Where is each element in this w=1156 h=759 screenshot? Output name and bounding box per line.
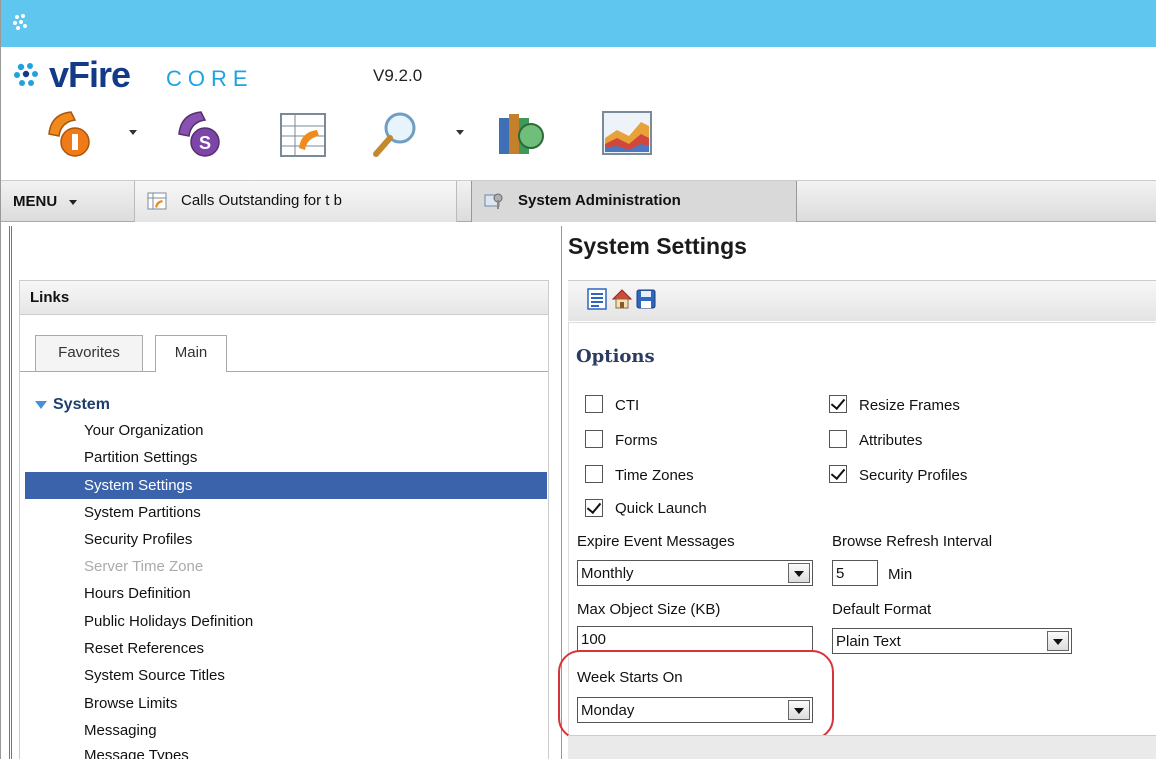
forms-label: Forms — [615, 432, 658, 449]
page-title: System Settings — [568, 233, 747, 259]
max-object-size-label: Max Object Size (KB) — [577, 601, 721, 618]
time-zones-checkbox[interactable] — [585, 465, 603, 483]
vfire-logo-icon — [14, 63, 38, 86]
sidebar-item-system-settings[interactable]: System Settings — [25, 472, 547, 499]
knowledge-books-icon[interactable] — [491, 104, 551, 164]
highlight-ring — [558, 650, 834, 740]
tab-main[interactable]: Main — [155, 335, 227, 372]
brand-name: vFire — [49, 54, 131, 95]
menu-label: MENU — [13, 193, 58, 210]
menu-button[interactable]: MENU — [13, 193, 78, 210]
brand-subtitle: CORE — [166, 66, 254, 91]
sidebar-item-messaging[interactable]: Messaging — [25, 717, 547, 744]
attributes-label: Attributes — [859, 432, 923, 449]
default-format-label: Default Format — [832, 601, 932, 618]
links-header: Links — [19, 280, 549, 315]
browse-refresh-interval-label: Browse Refresh Interval — [832, 533, 993, 550]
security-profiles-label: Security Profiles — [859, 467, 968, 484]
details-icon[interactable] — [586, 288, 608, 310]
bottom-strip — [568, 735, 1156, 759]
max-object-size-input[interactable]: 100 — [577, 626, 813, 652]
browse-refresh-interval-input[interactable]: 5 — [832, 560, 878, 586]
app-window: vFire CORE V9.2.0 S MENU Calls Outstandi… — [0, 0, 1156, 759]
home-icon[interactable] — [611, 288, 633, 310]
attributes-checkbox[interactable] — [829, 430, 847, 448]
quick-launch-label: Quick Launch — [615, 500, 707, 517]
tab-label: System Administration — [518, 192, 681, 209]
tab-label: Calls Outstanding for t b — [181, 192, 342, 209]
system-admin-icon — [484, 193, 503, 209]
tree-node-label: System — [53, 396, 110, 413]
sidebar-item-partition-settings[interactable]: Partition Settings — [25, 444, 547, 471]
tab-system-administration[interactable]: System Administration — [471, 181, 797, 222]
links-title: Links — [30, 289, 70, 306]
version-label: V9.2.0 — [373, 66, 423, 85]
refresh-unit-label: Min — [888, 566, 913, 583]
sidebar-item-server-time-zone: Server Time Zone — [84, 558, 204, 575]
cti-checkbox[interactable] — [585, 395, 603, 413]
chevron-down-icon[interactable] — [1047, 631, 1069, 651]
sidebar-item-security-profiles[interactable]: Security Profiles — [25, 526, 547, 553]
expand-triangle-icon[interactable] — [35, 400, 47, 409]
sidebar-item-system-source-titles[interactable]: System Source Titles — [25, 662, 547, 689]
sidebar-item-message-types[interactable]: Message Types — [25, 742, 547, 759]
chevron-down-icon[interactable] — [129, 130, 137, 135]
resize-frames-label: Resize Frames — [859, 397, 960, 414]
calls-outstanding-icon[interactable] — [273, 104, 333, 164]
options-heading: Options — [576, 346, 655, 367]
sidebar-item-your-organization[interactable]: Your Organization — [25, 417, 547, 444]
resize-frames-checkbox[interactable] — [829, 395, 847, 413]
security-profiles-checkbox[interactable] — [829, 465, 847, 483]
sidebar-item-browse-limits[interactable]: Browse Limits — [25, 690, 547, 717]
expire-event-messages-label: Expire Event Messages — [577, 533, 735, 550]
chevron-down-icon[interactable] — [456, 130, 464, 135]
service-request-call-icon[interactable]: S — [171, 104, 231, 164]
tab-divider — [20, 371, 548, 372]
chevron-down-icon — [69, 199, 78, 205]
forms-checkbox[interactable] — [585, 430, 603, 448]
chevron-down-icon[interactable] — [788, 563, 810, 583]
tab-calls-outstanding[interactable]: Calls Outstanding for t b — [134, 181, 457, 222]
select-value: Plain Text — [836, 633, 901, 650]
default-format-select[interactable]: Plain Text — [832, 628, 1072, 654]
quick-launch-checkbox[interactable] — [585, 499, 603, 517]
tab-bar: MENU Calls Outstanding for t b System Ad… — [1, 180, 1156, 222]
vfire-logo-icon — [13, 14, 27, 30]
incident-call-icon[interactable] — [41, 104, 101, 164]
tree-node-system[interactable]: System — [35, 396, 110, 414]
sidebar-item-public-holidays[interactable]: Public Holidays Definition — [25, 608, 547, 635]
sidebar-item-reset-references[interactable]: Reset References — [25, 635, 547, 662]
search-icon[interactable] — [366, 104, 426, 164]
expire-event-messages-select[interactable]: Monthly — [577, 560, 813, 586]
sidebar-item-system-partitions[interactable]: System Partitions — [25, 499, 547, 526]
sidebar-item-hours-definition[interactable]: Hours Definition — [25, 580, 547, 607]
input-value: 5 — [836, 565, 845, 582]
title-bar — [1, 0, 1156, 47]
reports-chart-icon[interactable] — [597, 104, 657, 164]
save-icon[interactable] — [635, 288, 657, 310]
cti-label: CTI — [615, 397, 640, 414]
tab-favorites[interactable]: Favorites — [35, 335, 143, 371]
input-value: 100 — [581, 631, 607, 648]
svg-text:S: S — [199, 133, 211, 153]
calls-outstanding-icon — [147, 192, 167, 210]
time-zones-label: Time Zones — [615, 467, 694, 484]
select-value: Monthly — [581, 565, 634, 582]
